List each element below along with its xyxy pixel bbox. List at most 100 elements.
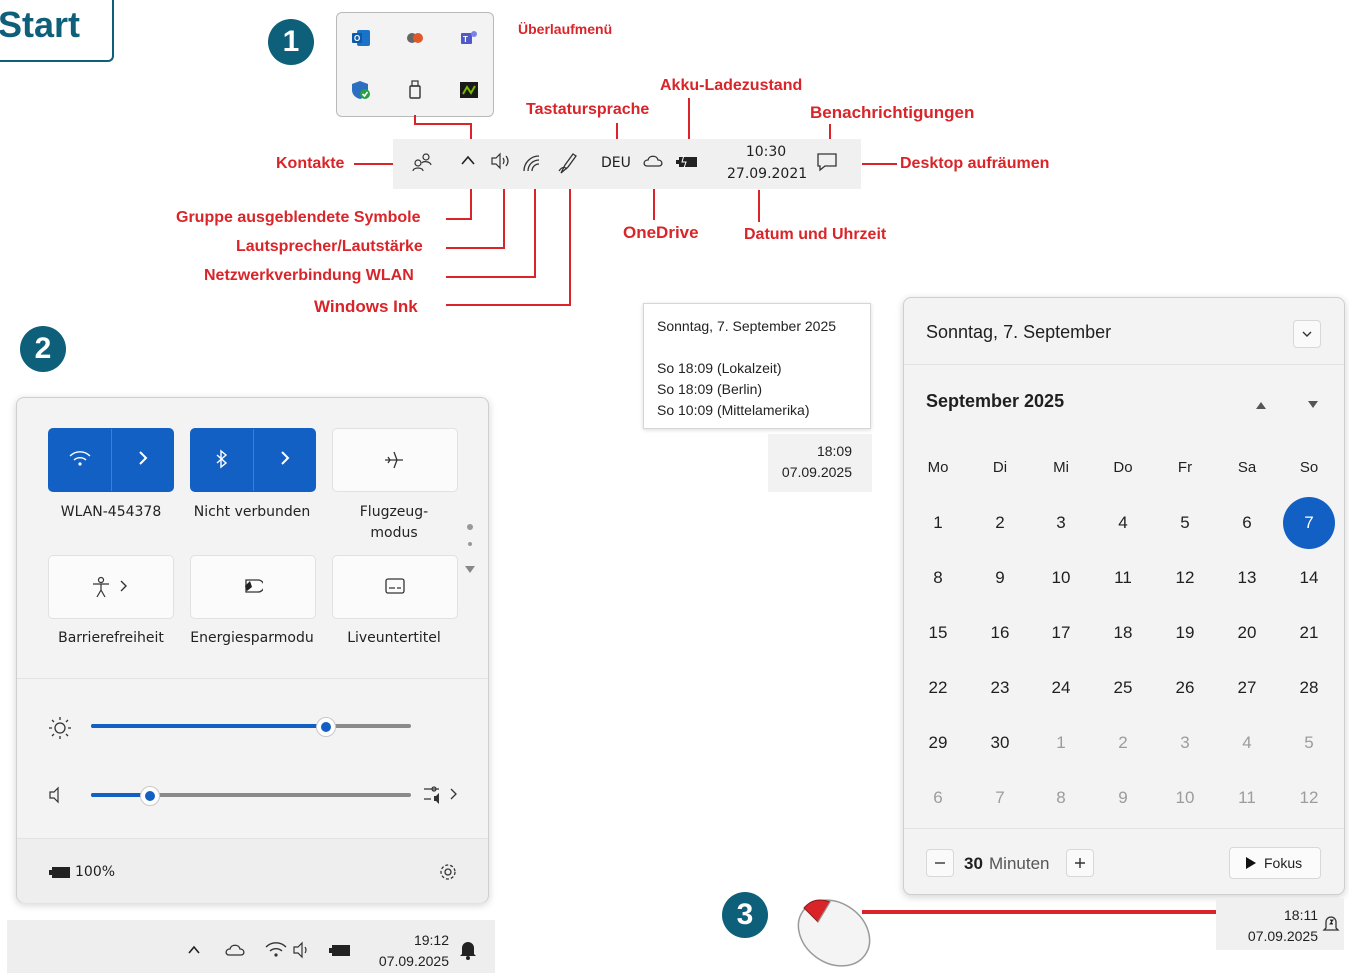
calendar-day[interactable]: 12 xyxy=(1283,772,1335,824)
wifi-icon[interactable] xyxy=(521,153,541,173)
keyboard-language[interactable]: DEU xyxy=(601,155,631,171)
annotation-akku: Akku-Ladezustand xyxy=(660,77,803,94)
teams-icon[interactable]: T xyxy=(457,27,481,49)
calendar-day[interactable]: 2 xyxy=(1097,717,1149,769)
chevron-right-icon[interactable] xyxy=(119,578,129,598)
airplane-tile[interactable] xyxy=(332,428,458,492)
calendar-day[interactable]: 11 xyxy=(1221,772,1273,824)
quick-settings-panel: WLAN-454378 Nicht verbunden Flugzeug- mo… xyxy=(16,397,489,903)
calendar-day[interactable]: 9 xyxy=(974,552,1026,604)
calendar-day[interactable]: 15 xyxy=(912,607,964,659)
calendar-day[interactable]: 10 xyxy=(1035,552,1087,604)
accessibility-tile[interactable] xyxy=(48,555,174,619)
scroll-down-icon[interactable] xyxy=(465,559,475,578)
speaker-icon[interactable] xyxy=(490,152,512,170)
chevron-up-icon[interactable] xyxy=(460,153,476,167)
calendar-day[interactable]: 8 xyxy=(912,552,964,604)
calendar-day[interactable]: 4 xyxy=(1097,497,1149,549)
calendar-day[interactable]: 25 xyxy=(1097,662,1149,714)
energy-saver-tile-label: Energiesparmodu xyxy=(190,630,314,646)
calendar-day[interactable]: 20 xyxy=(1221,607,1273,659)
chevron-up-icon[interactable] xyxy=(187,940,201,959)
calendar-day[interactable]: 6 xyxy=(1221,497,1273,549)
settings-gear-icon[interactable] xyxy=(438,862,458,886)
calendar-day[interactable]: 8 xyxy=(1035,772,1087,824)
taskbar-time[interactable]: 19:12 xyxy=(389,932,449,948)
usb-drive-icon[interactable] xyxy=(403,79,427,101)
taskbar-date[interactable]: 07.09.2025 xyxy=(365,953,449,969)
decrease-focus-button[interactable] xyxy=(926,849,954,877)
calendar-day[interactable]: 3 xyxy=(1035,497,1087,549)
chevron-right-icon[interactable] xyxy=(279,449,291,471)
focus-bell-icon[interactable] xyxy=(458,940,478,964)
brightness-slider-thumb[interactable] xyxy=(315,717,336,737)
taskbar-time[interactable]: 10:30 xyxy=(741,144,791,160)
live-captions-tile[interactable] xyxy=(332,555,458,619)
audio-output-icon[interactable] xyxy=(423,784,459,810)
calendar-day[interactable]: 5 xyxy=(1283,717,1335,769)
wifi-icon xyxy=(69,449,91,471)
energy-saver-tile[interactable] xyxy=(190,555,316,619)
calendar-day[interactable]: 11 xyxy=(1097,552,1149,604)
calendar-day[interactable]: 6 xyxy=(912,772,964,824)
notification-icon[interactable] xyxy=(816,152,838,172)
calendar-day[interactable]: 19 xyxy=(1159,607,1211,659)
mouse-icon xyxy=(786,888,886,977)
contacts-icon[interactable] xyxy=(411,151,433,173)
collapse-button[interactable] xyxy=(1293,320,1321,348)
increase-focus-button[interactable] xyxy=(1066,849,1094,877)
defender-icon[interactable] xyxy=(349,79,373,101)
calendar-day[interactable]: 14 xyxy=(1283,552,1335,604)
calendar-day[interactable]: 24 xyxy=(1035,662,1087,714)
taskbar-date[interactable]: 27.09.2021 xyxy=(727,166,807,182)
calendar-day[interactable]: 9 xyxy=(1097,772,1149,824)
next-month-icon[interactable] xyxy=(1307,397,1319,415)
calendar-day[interactable]: 28 xyxy=(1283,662,1335,714)
calendar-day[interactable]: 17 xyxy=(1035,607,1087,659)
outlook-icon[interactable]: O xyxy=(349,27,373,49)
speaker-icon[interactable] xyxy=(292,941,314,963)
calendar-day[interactable]: 29 xyxy=(912,717,964,769)
calendar-day[interactable]: 10 xyxy=(1159,772,1211,824)
calendar-day[interactable]: 22 xyxy=(912,662,964,714)
previous-month-icon[interactable] xyxy=(1255,397,1267,415)
calendar-day[interactable]: 1 xyxy=(912,497,964,549)
clock-button[interactable]: 18:11 07.09.2025 xyxy=(1216,898,1344,950)
calendar-day[interactable]: 1 xyxy=(1035,717,1087,769)
focus-button[interactable]: Fokus xyxy=(1229,847,1321,879)
calendar-day[interactable]: 30 xyxy=(974,717,1026,769)
onedrive-icon[interactable] xyxy=(643,153,665,167)
windows-ink-icon[interactable] xyxy=(557,151,579,175)
volume-slider-thumb[interactable] xyxy=(139,786,160,806)
calendar-day[interactable]: 27 xyxy=(1221,662,1273,714)
page-dot[interactable] xyxy=(468,542,472,546)
calendar-day[interactable]: 16 xyxy=(974,607,1026,659)
calendar-month[interactable]: September 2025 xyxy=(926,391,1064,412)
battery-icon[interactable] xyxy=(329,942,353,961)
calendar-day[interactable]: 26 xyxy=(1159,662,1211,714)
calendar-day[interactable]: 5 xyxy=(1159,497,1211,549)
calendar-day[interactable]: 21 xyxy=(1283,607,1335,659)
onedrive-icon[interactable] xyxy=(225,941,247,960)
creative-cloud-icon[interactable] xyxy=(403,27,427,49)
calendar-day[interactable]: 3 xyxy=(1159,717,1211,769)
calendar-day[interactable]: 13 xyxy=(1221,552,1273,604)
calendar-day[interactable]: 12 xyxy=(1159,552,1211,604)
calendar-day[interactable]: 4 xyxy=(1221,717,1273,769)
calendar-day[interactable]: 7 xyxy=(974,772,1026,824)
tooltip-clock[interactable]: 18:09 07.09.2025 xyxy=(768,434,872,492)
nvidia-icon[interactable] xyxy=(457,79,481,101)
battery-icon[interactable] xyxy=(49,864,71,883)
focus-bell-icon[interactable] xyxy=(1322,914,1340,937)
calendar-day[interactable]: 18 xyxy=(1097,607,1149,659)
wifi-tile[interactable] xyxy=(48,428,174,492)
calendar-day[interactable]: 23 xyxy=(974,662,1026,714)
battery-icon[interactable] xyxy=(676,154,700,168)
focus-bar: 30 Minuten Fokus xyxy=(904,828,1344,895)
calendar-day[interactable]: 2 xyxy=(974,497,1026,549)
calendar-day-selected[interactable]: 7 xyxy=(1283,497,1335,549)
wifi-icon[interactable] xyxy=(265,940,287,962)
page-dot[interactable] xyxy=(467,524,473,530)
bluetooth-tile[interactable] xyxy=(190,428,316,492)
chevron-right-icon[interactable] xyxy=(137,449,149,471)
